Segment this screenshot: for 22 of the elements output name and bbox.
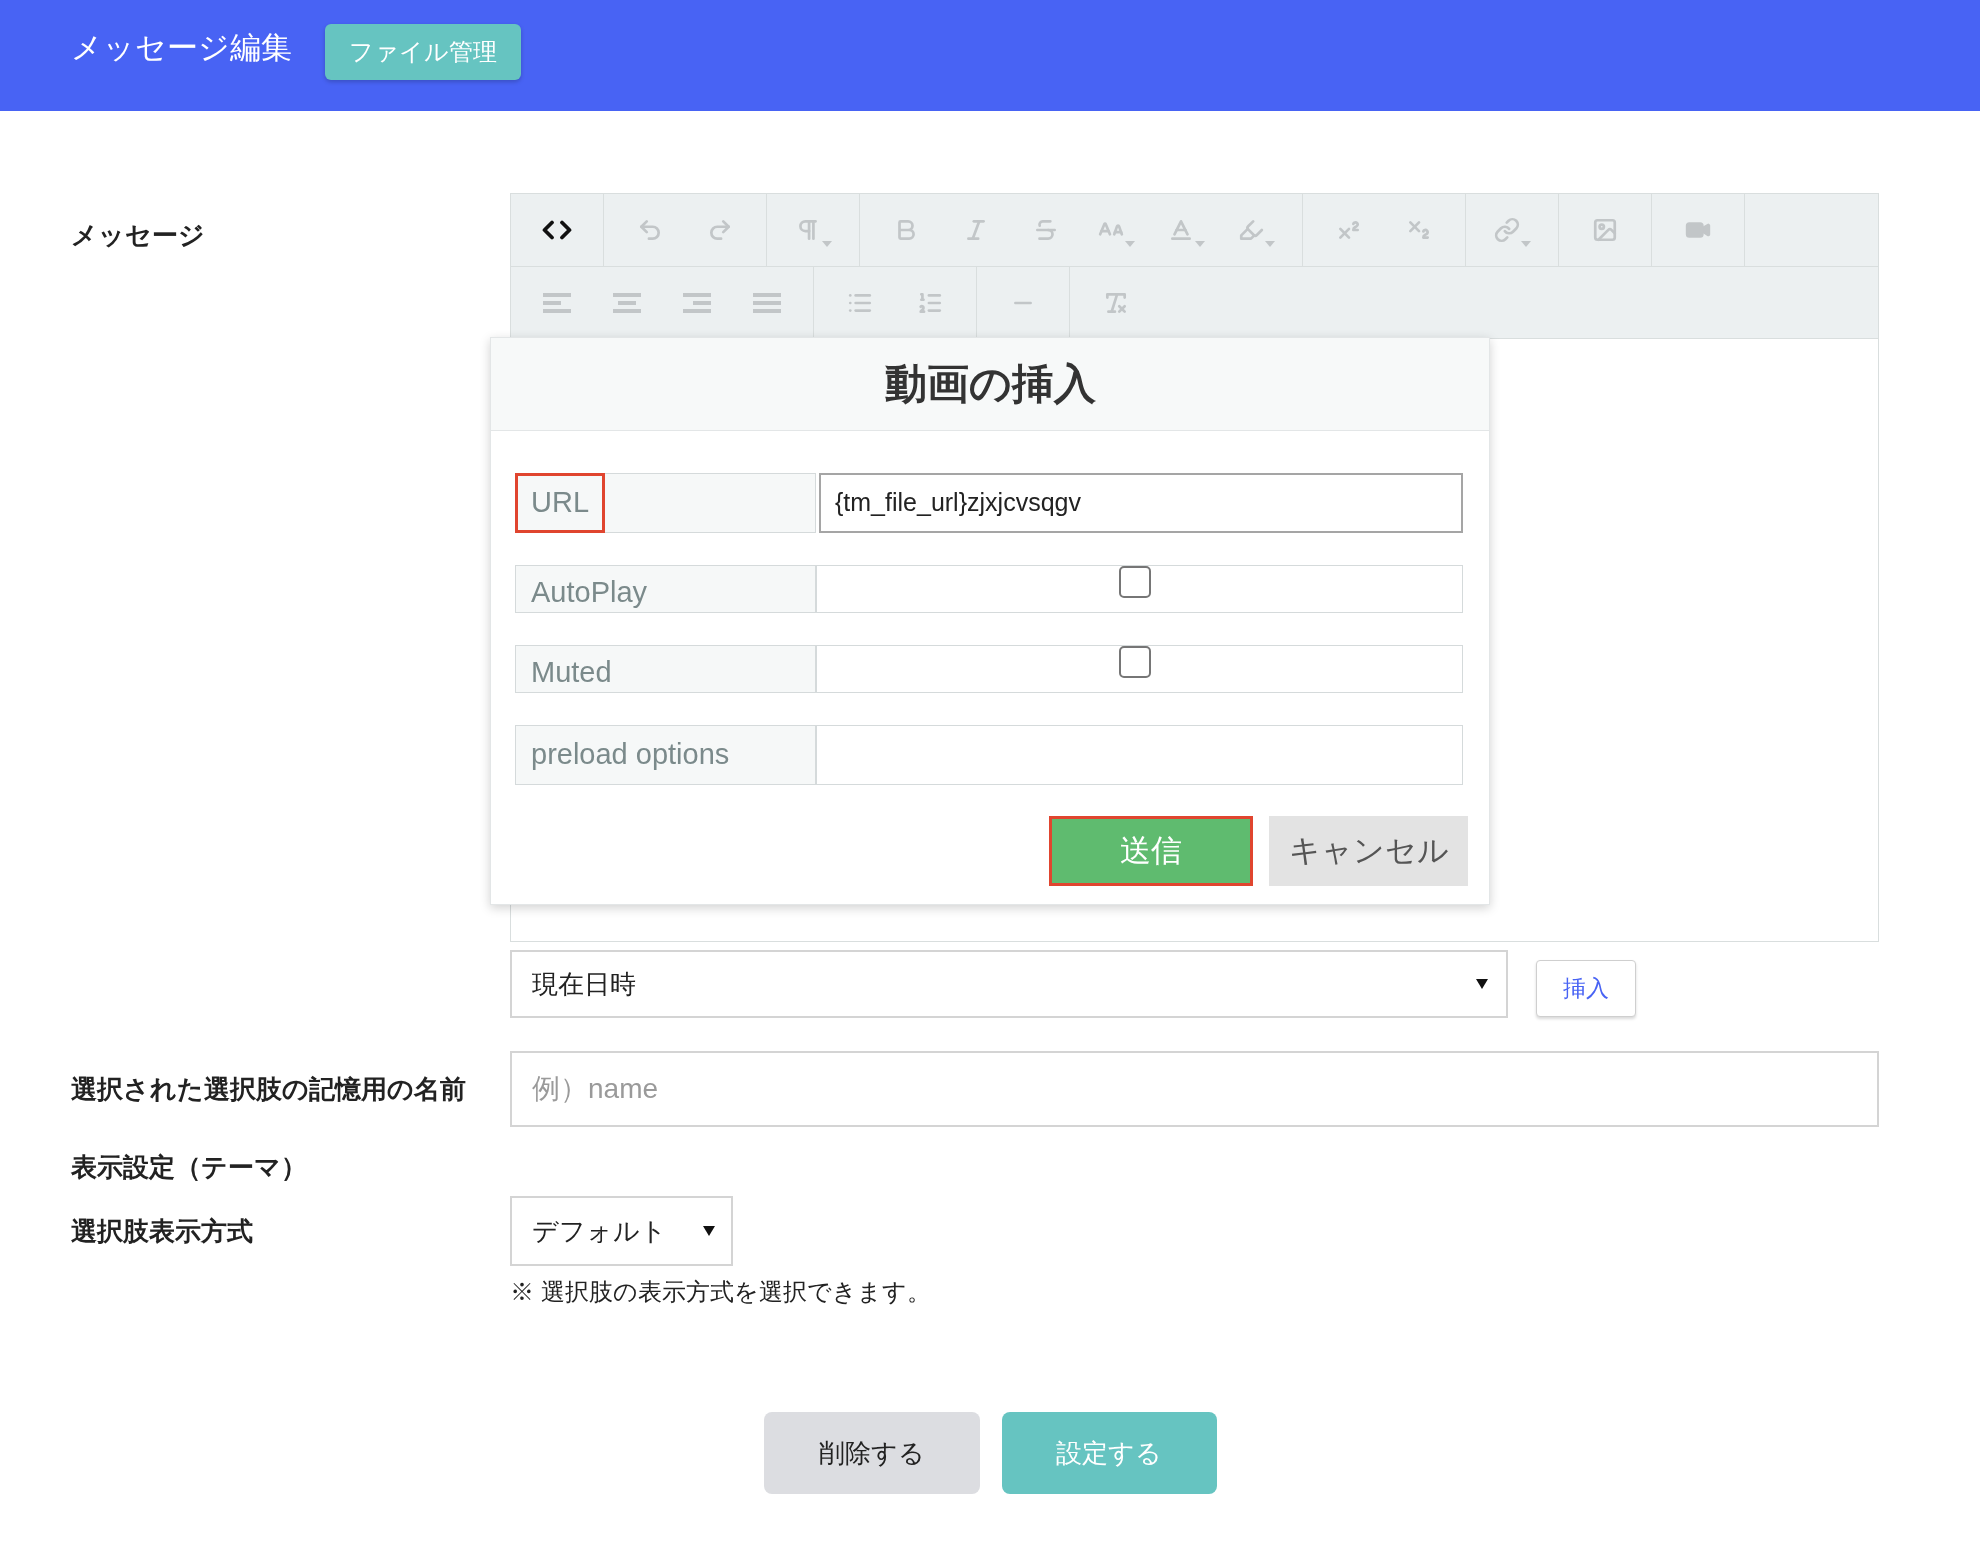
page-title: メッセージ編集 [71,29,292,67]
checkbox[interactable] [1118,566,1151,598]
input-field[interactable]: {tm_file_url}zjxjcvsqgv [819,473,1463,533]
field-label: Muted [530,655,613,691]
field-label: メッセージ [71,220,205,250]
checkbox[interactable] [1118,646,1151,678]
delete-button[interactable]: 削除する [763,1412,980,1494]
field-label: preload options [530,737,731,773]
field-label: URL [515,473,605,533]
display-dropdown[interactable]: デフォルト [510,1196,733,1266]
help-text: ※ 選択肢の表示方式を選択できます。 [510,1277,931,1307]
caret-icon [1476,979,1488,989]
cancel-button[interactable]: キャンセル [1269,816,1468,886]
input-field[interactable] [816,725,1463,785]
dialog-title: 動画の挿入 [884,359,1096,409]
field-label: AutoPlay [530,575,649,611]
field-label: 選択肢表示方式 [71,1216,253,1246]
section-heading: 表示設定（テーマ） [71,1151,307,1184]
insert-button[interactable]: 挿入 [1536,959,1636,1017]
tag-dropdown[interactable]: 現在日時 [510,950,1508,1018]
caret-icon [703,1226,715,1236]
field-label: 選択された選択肢の記憶用の名前 [71,1074,466,1104]
